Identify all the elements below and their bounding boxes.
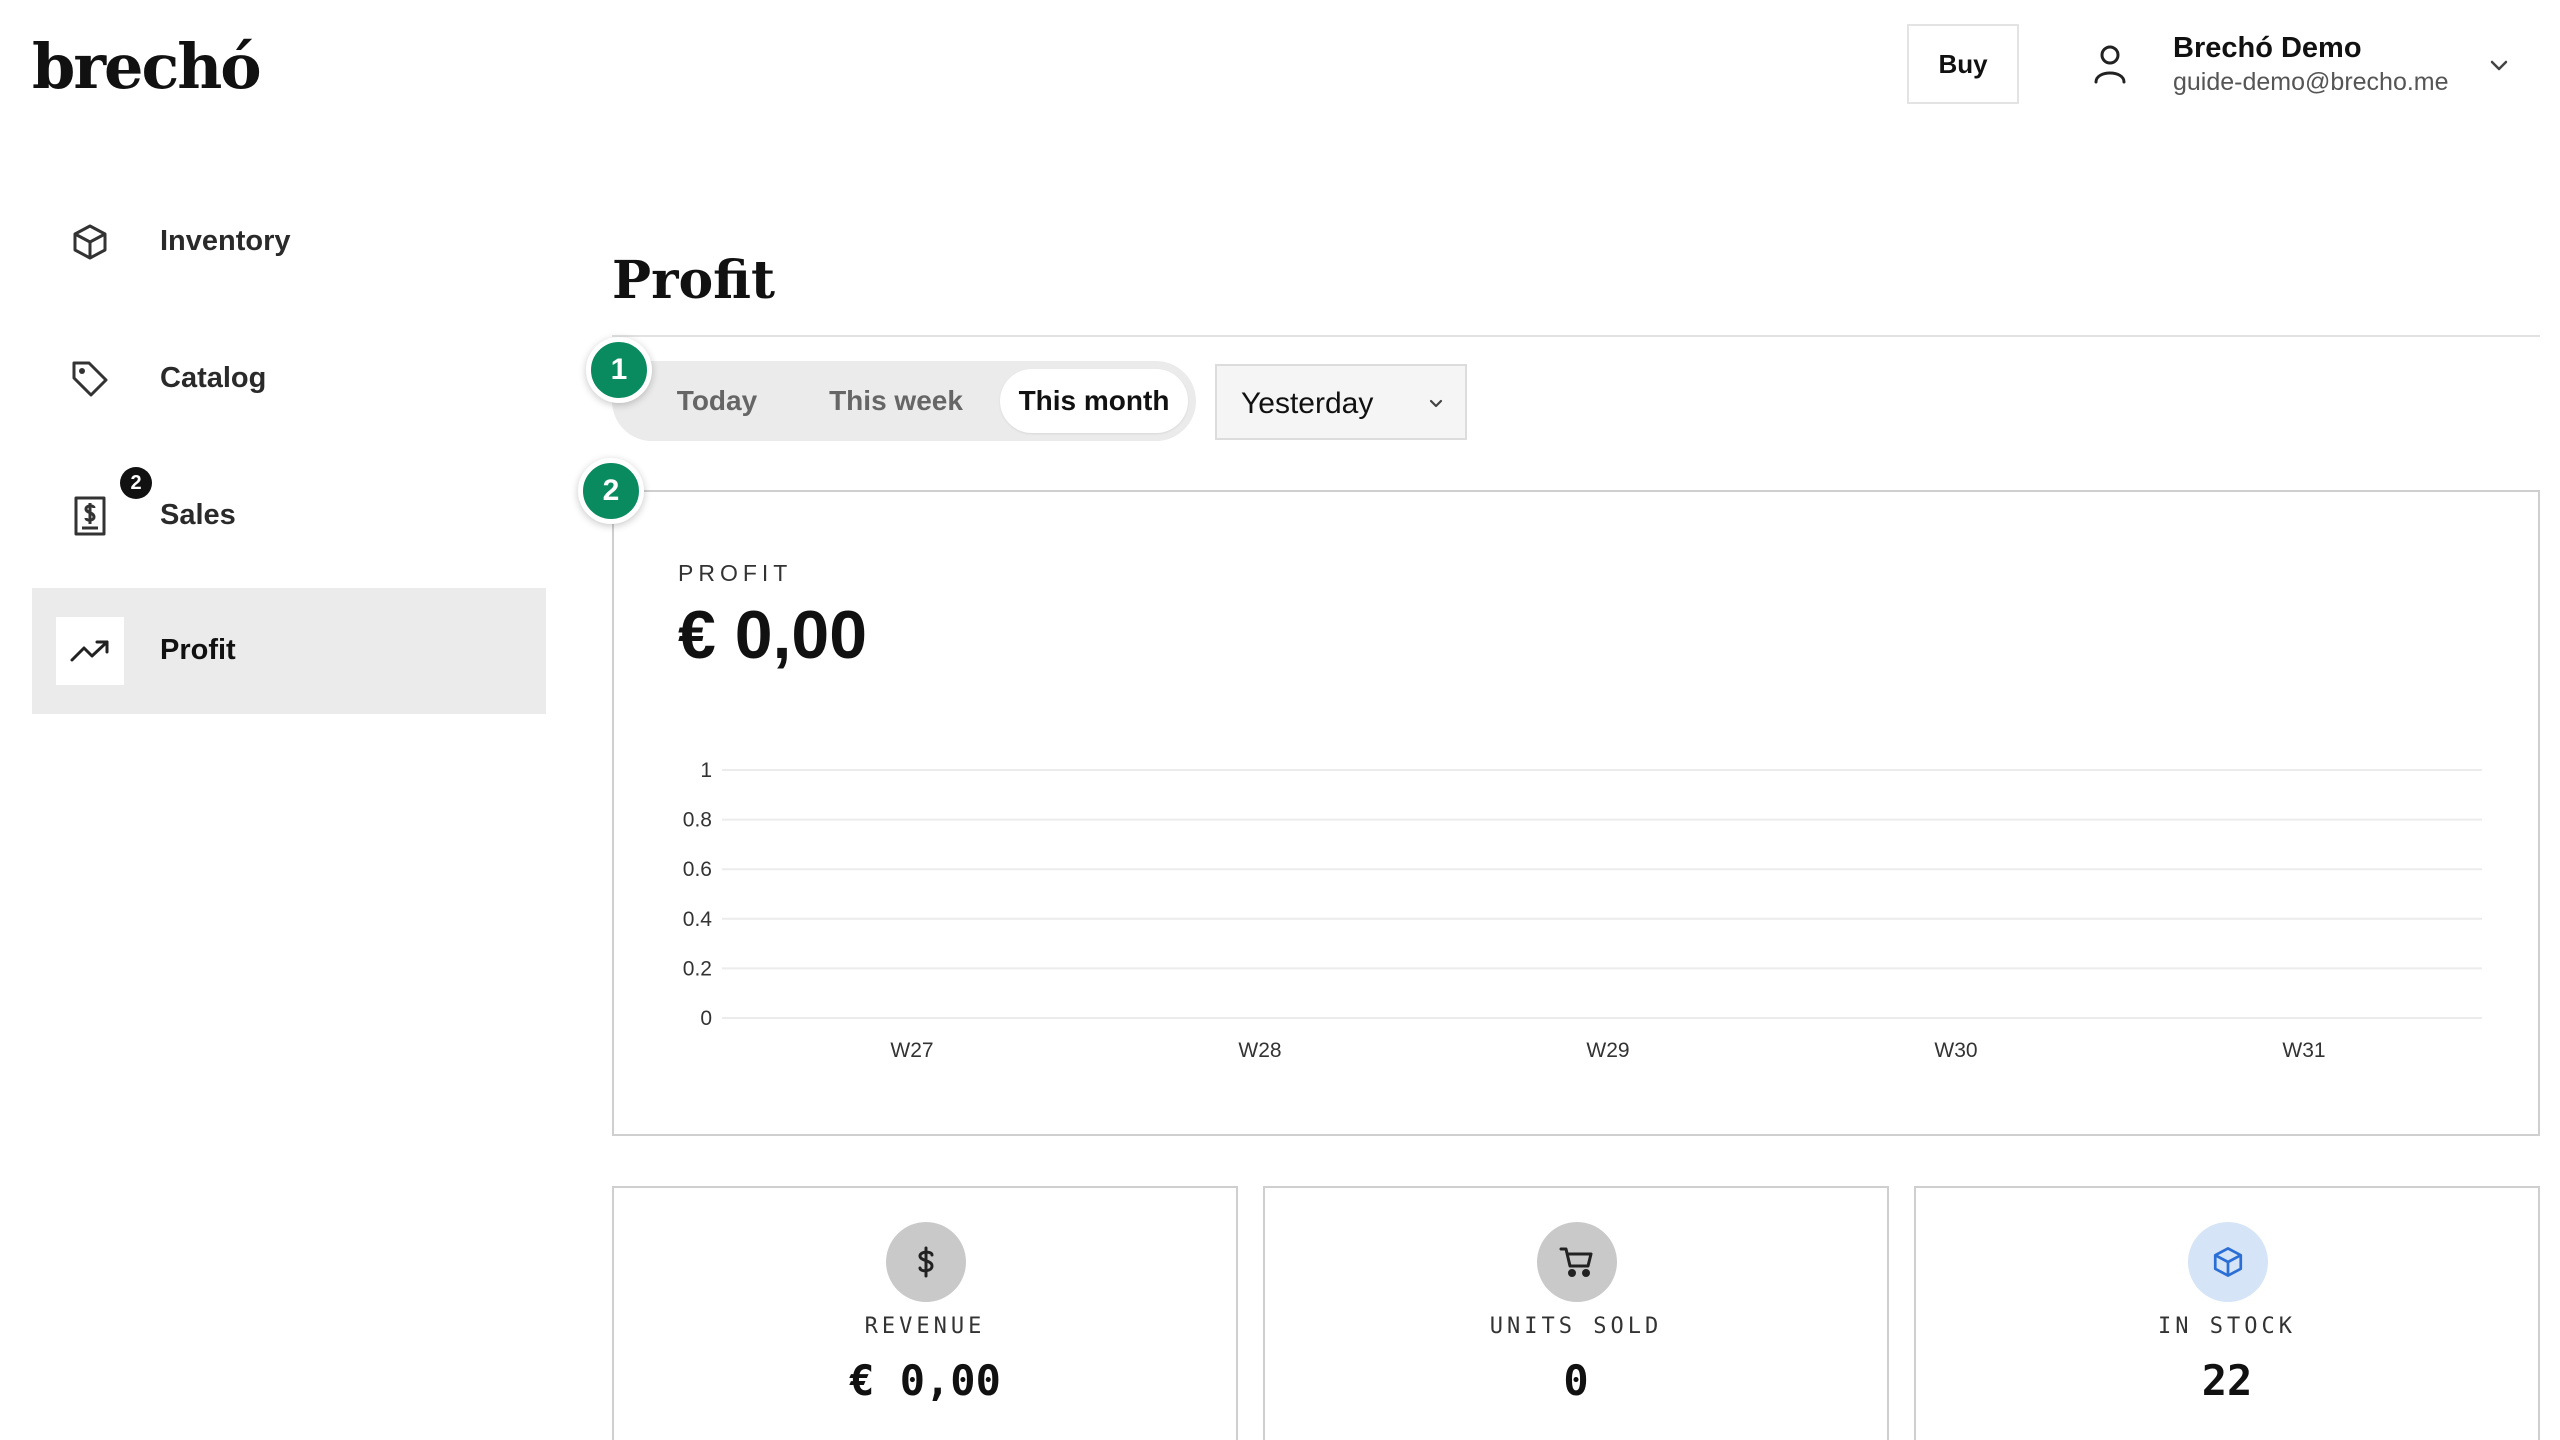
cart-icon xyxy=(1537,1222,1617,1302)
stat-label: REVENUE xyxy=(864,1314,986,1339)
y-tick-label: 0.8 xyxy=(683,809,712,832)
x-tick-label: W31 xyxy=(2282,1039,2325,1062)
y-tick-label: 0.2 xyxy=(683,957,712,980)
step-marker-2: 2 xyxy=(578,458,644,524)
range-this-month[interactable]: This month xyxy=(1000,369,1188,433)
compare-select-value: Yesterday xyxy=(1241,387,1374,420)
x-tick-label: W29 xyxy=(1586,1039,1629,1062)
x-tick-label: W27 xyxy=(890,1039,933,1062)
user-name[interactable]: Brechó Demo xyxy=(2173,32,2362,65)
receipt-dollar-icon xyxy=(56,482,124,550)
stat-label: UNITS SOLD xyxy=(1489,1314,1663,1339)
sales-badge: 2 xyxy=(120,467,152,499)
chevron-down-icon xyxy=(1429,399,1443,408)
x-tick-label: W30 xyxy=(1934,1039,1977,1062)
chevron-down-icon[interactable] xyxy=(2486,52,2512,78)
stat-value: 22 xyxy=(2201,1356,2253,1405)
cube-icon xyxy=(56,208,124,276)
box-icon xyxy=(2188,1222,2268,1302)
buy-button[interactable]: Buy xyxy=(1907,24,2019,104)
user-email: guide-demo@brecho.me xyxy=(2173,68,2449,96)
title-divider xyxy=(612,335,2540,337)
brand-logo[interactable]: brechó xyxy=(32,30,262,103)
range-segmented-control: Today This week This month xyxy=(612,361,1196,441)
y-tick-label: 1 xyxy=(700,759,712,782)
sidebar-item-label: Sales xyxy=(160,499,236,531)
stat-card-revenue: REVENUE € 0,00 xyxy=(612,1186,1238,1440)
tag-icon xyxy=(56,345,124,413)
stat-card-units-sold: UNITS SOLD 0 xyxy=(1263,1186,1889,1440)
compare-select[interactable]: Yesterday xyxy=(1215,364,1467,440)
sidebar-item-catalog[interactable]: Catalog xyxy=(32,316,546,442)
sidebar-item-inventory[interactable]: Inventory xyxy=(32,179,546,305)
step-marker-1: 1 xyxy=(586,337,652,403)
range-today[interactable]: Today xyxy=(642,369,792,433)
stat-label: IN STOCK xyxy=(2158,1314,2296,1339)
y-tick-label: 0.4 xyxy=(683,908,713,931)
range-this-week[interactable]: This week xyxy=(806,369,986,433)
x-tick-label: W28 xyxy=(1238,1039,1281,1062)
stat-card-in-stock: IN STOCK 22 xyxy=(1914,1186,2540,1440)
sidebar-item-sales[interactable]: 2 Sales xyxy=(32,453,546,579)
stat-value: 0 xyxy=(1563,1356,1589,1405)
y-tick-label: 0.6 xyxy=(683,858,712,881)
sidebar-item-label: Profit xyxy=(160,634,236,666)
stat-value: € 0,00 xyxy=(849,1356,1001,1405)
profit-line-chart: 1 0.8 0.6 0.4 0.2 0 W27 W28 W29 W30 W31 xyxy=(683,759,2482,1062)
sidebar-item-profit[interactable]: Profit xyxy=(32,588,546,714)
user-icon[interactable] xyxy=(2090,42,2130,86)
dollar-icon xyxy=(886,1222,966,1302)
page-title: Profit xyxy=(612,250,776,311)
y-tick-label: 0 xyxy=(700,1007,712,1030)
sidebar-item-label: Catalog xyxy=(160,362,267,394)
trending-up-icon xyxy=(56,617,124,685)
sidebar-item-label: Inventory xyxy=(160,225,291,257)
profit-chart-card: PROFIT € 0,00 1 0.8 0.6 0.4 0.2 0 W27 W28 W29 W30… xyxy=(612,490,2540,1136)
